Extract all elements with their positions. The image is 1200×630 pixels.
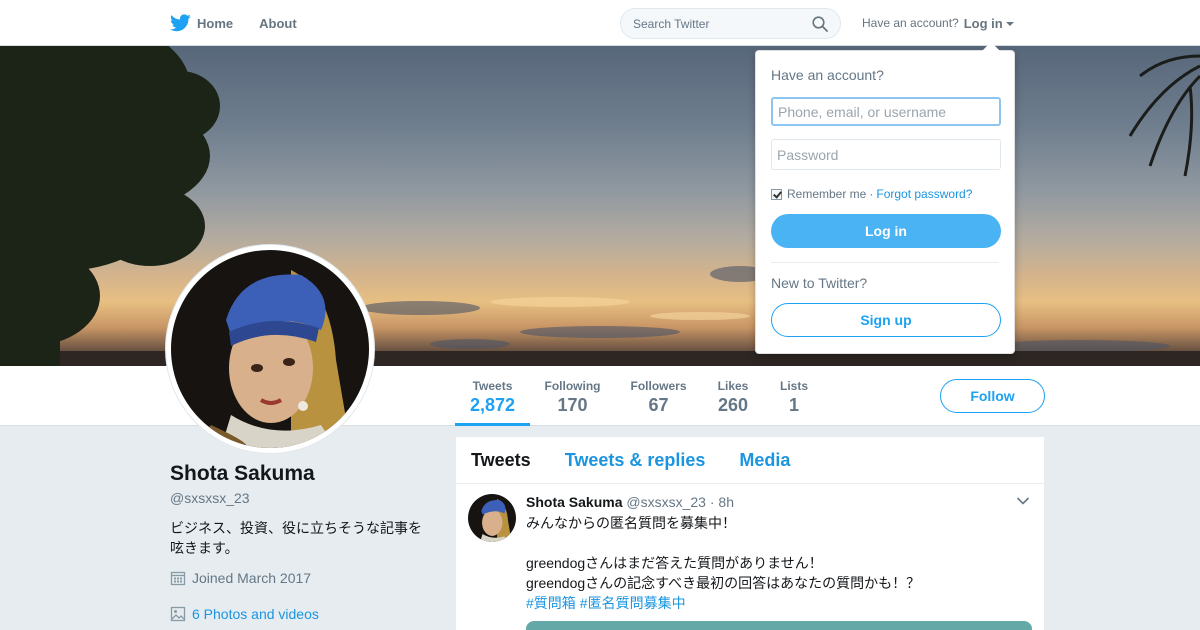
login-menu-link[interactable]: Log in <box>964 16 1003 31</box>
profile-name[interactable]: Shota Sakuma <box>170 462 440 486</box>
tweet-avatar-image <box>468 494 516 542</box>
stat-label: Lists <box>779 379 808 393</box>
photos-videos-label[interactable]: 6 Photos and videos <box>192 606 319 622</box>
timeline: Tweets Tweets & replies Media Shota Saku… <box>456 437 1044 630</box>
joined-text: Joined March 2017 <box>192 570 312 586</box>
login-button[interactable]: Log in <box>771 214 1001 248</box>
tweet-card-preview[interactable] <box>526 621 1032 630</box>
signup-button[interactable]: Sign up <box>771 303 1001 337</box>
hashtag-link[interactable]: #匿名質問募集中 <box>580 595 686 611</box>
tweet-time[interactable]: 8h <box>718 494 734 510</box>
password-field[interactable] <box>771 139 1001 170</box>
profile-bio: ビジネス、投資、役に立ちそうな記事を呟きます。 <box>170 520 422 556</box>
nav-about-label: About <box>259 15 297 31</box>
tweet-avatar[interactable] <box>468 494 516 542</box>
tweet-line: greendogさんの記念すべき最初の回答はあなたの質問かも！？ <box>526 575 921 591</box>
stat-lists[interactable]: Lists 1 <box>774 366 814 426</box>
profile-handle[interactable]: @sxsxsx_23 <box>170 490 440 506</box>
nav-home[interactable]: Home <box>170 14 233 32</box>
tab-tweets[interactable]: Tweets <box>471 450 531 471</box>
stat-followers[interactable]: Followers 67 <box>626 366 691 426</box>
twitter-bird-icon <box>170 14 191 32</box>
username-field[interactable] <box>771 97 1001 126</box>
stat-value: 170 <box>557 395 588 415</box>
tweet-header: Shota Sakuma @sxsxsx_23 · 8h <box>526 493 1029 511</box>
remember-me-checkbox[interactable] <box>771 188 782 200</box>
tab-tweets-replies[interactable]: Tweets & replies <box>565 450 706 471</box>
stat-label: Following <box>544 379 601 393</box>
tweet-blank-line <box>526 533 1029 553</box>
search-input[interactable]: Search Twitter <box>633 17 812 31</box>
stat-label: Likes <box>717 379 749 393</box>
profile-sidebar: Shota Sakuma @sxsxsx_23 ビジネス、投資、役に立ちそうな記… <box>170 462 440 622</box>
profile-avatar[interactable] <box>165 244 375 454</box>
account-area: Have an account? Log in <box>862 0 1014 46</box>
photos-videos-link[interactable]: 6 Photos and videos <box>170 606 440 622</box>
caret-down-icon[interactable] <box>1005 22 1014 26</box>
follow-button[interactable]: Follow <box>940 379 1045 413</box>
tab-media[interactable]: Media <box>739 450 790 471</box>
remember-me-label[interactable]: Remember me <box>787 187 866 201</box>
remember-row: Remember me · Forgot password? <box>771 187 999 201</box>
joined-date: Joined March 2017 <box>170 570 440 586</box>
remember-separator: · <box>869 187 874 201</box>
hashtag-link[interactable]: #質問箱 <box>526 595 576 611</box>
tweet-text: みんなからの匿名質問を募集中！ greendogさんはまだ答えた質問がありません… <box>526 513 1029 613</box>
nav-left: Home About <box>170 0 323 46</box>
tweet-author-name[interactable]: Shota Sakuma <box>526 494 622 510</box>
tweet-hashtags: #質問箱 #匿名質問募集中 <box>526 593 1029 613</box>
login-dropdown: Have an account? Remember me · Forgot pa… <box>755 42 1015 354</box>
calendar-icon <box>170 571 186 586</box>
nav-about[interactable]: About <box>259 16 297 31</box>
top-navigation: Home About Search Twitter Have an accoun… <box>0 0 1200 46</box>
photo-icon <box>170 606 186 622</box>
stat-value: 2,872 <box>469 395 516 415</box>
nav-home-label: Home <box>197 15 234 31</box>
stat-likes[interactable]: Likes 260 <box>708 366 758 426</box>
stat-label: Tweets <box>472 379 513 393</box>
new-to-twitter-text: New to Twitter? <box>771 275 868 291</box>
search-icon[interactable] <box>812 15 828 32</box>
tweet-line: greendogさんはまだ答えた質問がありません！ <box>526 555 823 571</box>
dropdown-divider <box>771 262 999 263</box>
timeline-tabs: Tweets Tweets & replies Media <box>456 437 1044 484</box>
forgot-password-link[interactable]: Forgot password? <box>876 187 972 201</box>
stat-value: 67 <box>648 395 669 415</box>
tweet-separator: · <box>709 494 715 510</box>
search-box[interactable]: Search Twitter <box>620 8 841 39</box>
tweet-line: みんなからの匿名質問を募集中！ <box>526 515 736 531</box>
avatar-image <box>171 250 369 448</box>
chevron-down-icon[interactable] <box>1016 496 1030 506</box>
stat-value: 260 <box>717 395 749 415</box>
have-account-text: Have an account? <box>862 16 959 30</box>
tweet[interactable]: Shota Sakuma @sxsxsx_23 · 8h みんなからの匿名質問を… <box>456 484 1044 613</box>
stat-value: 1 <box>788 395 799 415</box>
stat-tweets[interactable]: Tweets 2,872 <box>455 366 530 426</box>
stat-label: Followers <box>630 379 687 393</box>
dropdown-title: Have an account? <box>771 67 884 83</box>
stat-following[interactable]: Following 170 <box>540 366 605 426</box>
tweet-author-handle[interactable]: @sxsxsx_23 <box>626 494 706 510</box>
